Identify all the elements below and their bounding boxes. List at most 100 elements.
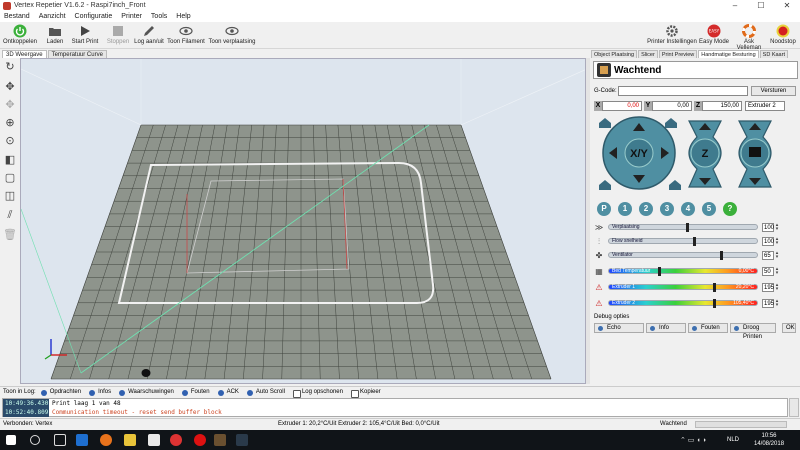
- zoom-fit-icon[interactable]: ⊙: [3, 134, 17, 148]
- menu-help[interactable]: Help: [176, 13, 190, 20]
- fan-slider[interactable]: Ventilator: [608, 251, 758, 260]
- extruder1-thumb[interactable]: [712, 283, 716, 292]
- feedrate-spinner[interactable]: ▴ ▾: [774, 222, 780, 232]
- filter-warnings[interactable]: Waarschuwingen: [119, 389, 174, 396]
- tab-object-placement[interactable]: Object Plaatsing: [591, 50, 638, 58]
- jog-z-pad[interactable]: Z: [688, 120, 722, 188]
- home-y-icon[interactable]: [665, 118, 677, 128]
- app-taskbar-icon[interactable]: [236, 434, 248, 446]
- flow-spinner[interactable]: ▴ ▾: [774, 236, 780, 246]
- search-icon[interactable]: [30, 435, 40, 445]
- feedrate-thumb[interactable]: [685, 223, 689, 232]
- debug-info-button[interactable]: Info: [646, 323, 686, 333]
- menu-tools[interactable]: Tools: [151, 13, 167, 20]
- tab-slicer[interactable]: Slicer: [638, 50, 658, 58]
- emergency-stop-button[interactable]: Noodstop: [768, 24, 798, 48]
- close-button[interactable]: ✕: [774, 0, 800, 11]
- menu-file[interactable]: Bestand: [4, 13, 30, 20]
- filter-infos[interactable]: Infos: [89, 389, 111, 396]
- iso-view-icon[interactable]: ◧: [3, 153, 17, 167]
- gcode-input[interactable]: [618, 85, 748, 96]
- bed-temp-value[interactable]: 50: [762, 266, 774, 276]
- system-tray-icons[interactable]: ⌃ ▭ ◖ ◗: [680, 436, 707, 444]
- language-indicator[interactable]: NLD: [727, 437, 739, 443]
- extruder2-spinner[interactable]: ▴ ▾: [774, 298, 780, 308]
- bed-temp-spinner[interactable]: ▴ ▾: [774, 266, 780, 276]
- start-print-button[interactable]: Start Print: [70, 24, 100, 48]
- preset-4[interactable]: 4: [681, 202, 695, 216]
- menu-view[interactable]: Aanzicht: [39, 13, 66, 20]
- feedrate-value[interactable]: 100: [762, 222, 774, 232]
- store-icon[interactable]: [148, 434, 160, 446]
- parallel-icon[interactable]: ⫽: [3, 208, 17, 222]
- filter-autoscroll[interactable]: Auto Scroll: [246, 389, 285, 396]
- bed-temp-slider[interactable]: Bed Temperatuur 0,00°C: [608, 267, 758, 276]
- home-x-icon[interactable]: [599, 180, 611, 190]
- ask-velleman-button[interactable]: Ask Velleman: [731, 24, 767, 51]
- jog-extruder-pad[interactable]: [738, 120, 772, 188]
- clear-log-button[interactable]: Log opschonen: [292, 389, 343, 398]
- filter-commands[interactable]: Opdrachten: [40, 389, 81, 396]
- preset-2[interactable]: 2: [639, 202, 653, 216]
- easy-mode-button[interactable]: EASY Easy Mode: [699, 24, 729, 48]
- edge-icon[interactable]: [76, 434, 88, 446]
- fan-thumb[interactable]: [720, 251, 723, 260]
- flow-slider[interactable]: Flow snelheid: [608, 237, 758, 246]
- bed-temp-thumb[interactable]: [657, 267, 661, 276]
- stop-button[interactable]: Stoppen: [104, 24, 132, 48]
- firefox-icon[interactable]: [100, 434, 112, 446]
- minimize-button[interactable]: –: [722, 0, 748, 11]
- help-button[interactable]: ?: [723, 202, 737, 216]
- extruder1-spinner[interactable]: ▴ ▾: [774, 282, 780, 292]
- load-button[interactable]: Laden: [44, 24, 66, 48]
- extruder-select[interactable]: Extruder 2: [745, 101, 785, 111]
- trash-icon[interactable]: 🗑: [3, 228, 17, 242]
- maximize-button[interactable]: ☐: [748, 0, 774, 11]
- move-object-icon[interactable]: ✥: [3, 98, 17, 112]
- filter-errors[interactable]: Fouten: [181, 389, 210, 396]
- extruder1-temp-slider[interactable]: Extruder 1 20,20°C: [608, 283, 758, 292]
- log-toggle-button[interactable]: Log aan/uit: [133, 24, 165, 48]
- ok-button[interactable]: OK: [782, 323, 796, 333]
- show-filament-button[interactable]: Toon Filament: [167, 24, 205, 48]
- tab-manual-control[interactable]: Handmatige Besturing: [698, 50, 759, 58]
- home-xy-icon[interactable]: [599, 118, 611, 128]
- flow-value[interactable]: 100: [762, 236, 774, 246]
- tab-print-preview[interactable]: Print Preview: [658, 50, 698, 58]
- log-area[interactable]: 10:49:36.430 Print laag 1 van 48 10:52:4…: [2, 398, 788, 417]
- repetier-taskbar-icon[interactable]: [214, 434, 226, 446]
- file-explorer-icon[interactable]: [124, 434, 136, 446]
- extruder2-value[interactable]: 195: [762, 298, 774, 308]
- task-view-icon[interactable]: [54, 434, 66, 446]
- copy-log-button[interactable]: Kopieer: [350, 389, 381, 398]
- preset-5[interactable]: 5: [702, 202, 716, 216]
- rotate-icon[interactable]: ↻: [3, 60, 17, 74]
- clock[interactable]: 10:56 14/08/2018: [754, 432, 784, 448]
- tab-sd-card[interactable]: SD Kaart: [759, 50, 788, 58]
- move-icon[interactable]: ✥: [3, 80, 17, 94]
- front-view-icon[interactable]: ▢: [3, 171, 17, 185]
- start-icon[interactable]: [6, 435, 16, 445]
- dry-run-button[interactable]: Droog Printen: [730, 323, 776, 340]
- filter-ack[interactable]: ACK: [217, 389, 239, 396]
- printer-settings-button[interactable]: Printer Instellingen: [646, 24, 698, 48]
- debug-echo-button[interactable]: Echo: [594, 323, 644, 333]
- tab-temperature-curve[interactable]: Temperatuur Curve: [47, 50, 107, 58]
- viewport-scrollbar[interactable]: [586, 58, 590, 384]
- preset-3[interactable]: 3: [660, 202, 674, 216]
- extruder2-temp-slider[interactable]: Extruder 2 105,40°C: [608, 299, 758, 308]
- send-button[interactable]: Versturen: [751, 85, 796, 96]
- preset-1[interactable]: 1: [618, 202, 632, 216]
- preset-p[interactable]: P: [597, 202, 611, 216]
- feedrate-slider[interactable]: Verplaatsing: [608, 223, 758, 232]
- tab-3d-view[interactable]: 3D Weergave: [2, 50, 47, 58]
- opera-icon[interactable]: [194, 434, 206, 446]
- menu-config[interactable]: Configuratie: [75, 13, 113, 20]
- home-z-icon[interactable]: [669, 180, 681, 190]
- jog-xy-pad[interactable]: X/Y: [602, 116, 676, 190]
- top-view-icon[interactable]: ◫: [3, 189, 17, 203]
- fan-spinner[interactable]: ▴ ▾: [774, 250, 780, 260]
- log-scrollbar[interactable]: [789, 398, 799, 417]
- fan-value[interactable]: 65: [762, 250, 774, 260]
- 3d-viewport[interactable]: [20, 58, 586, 384]
